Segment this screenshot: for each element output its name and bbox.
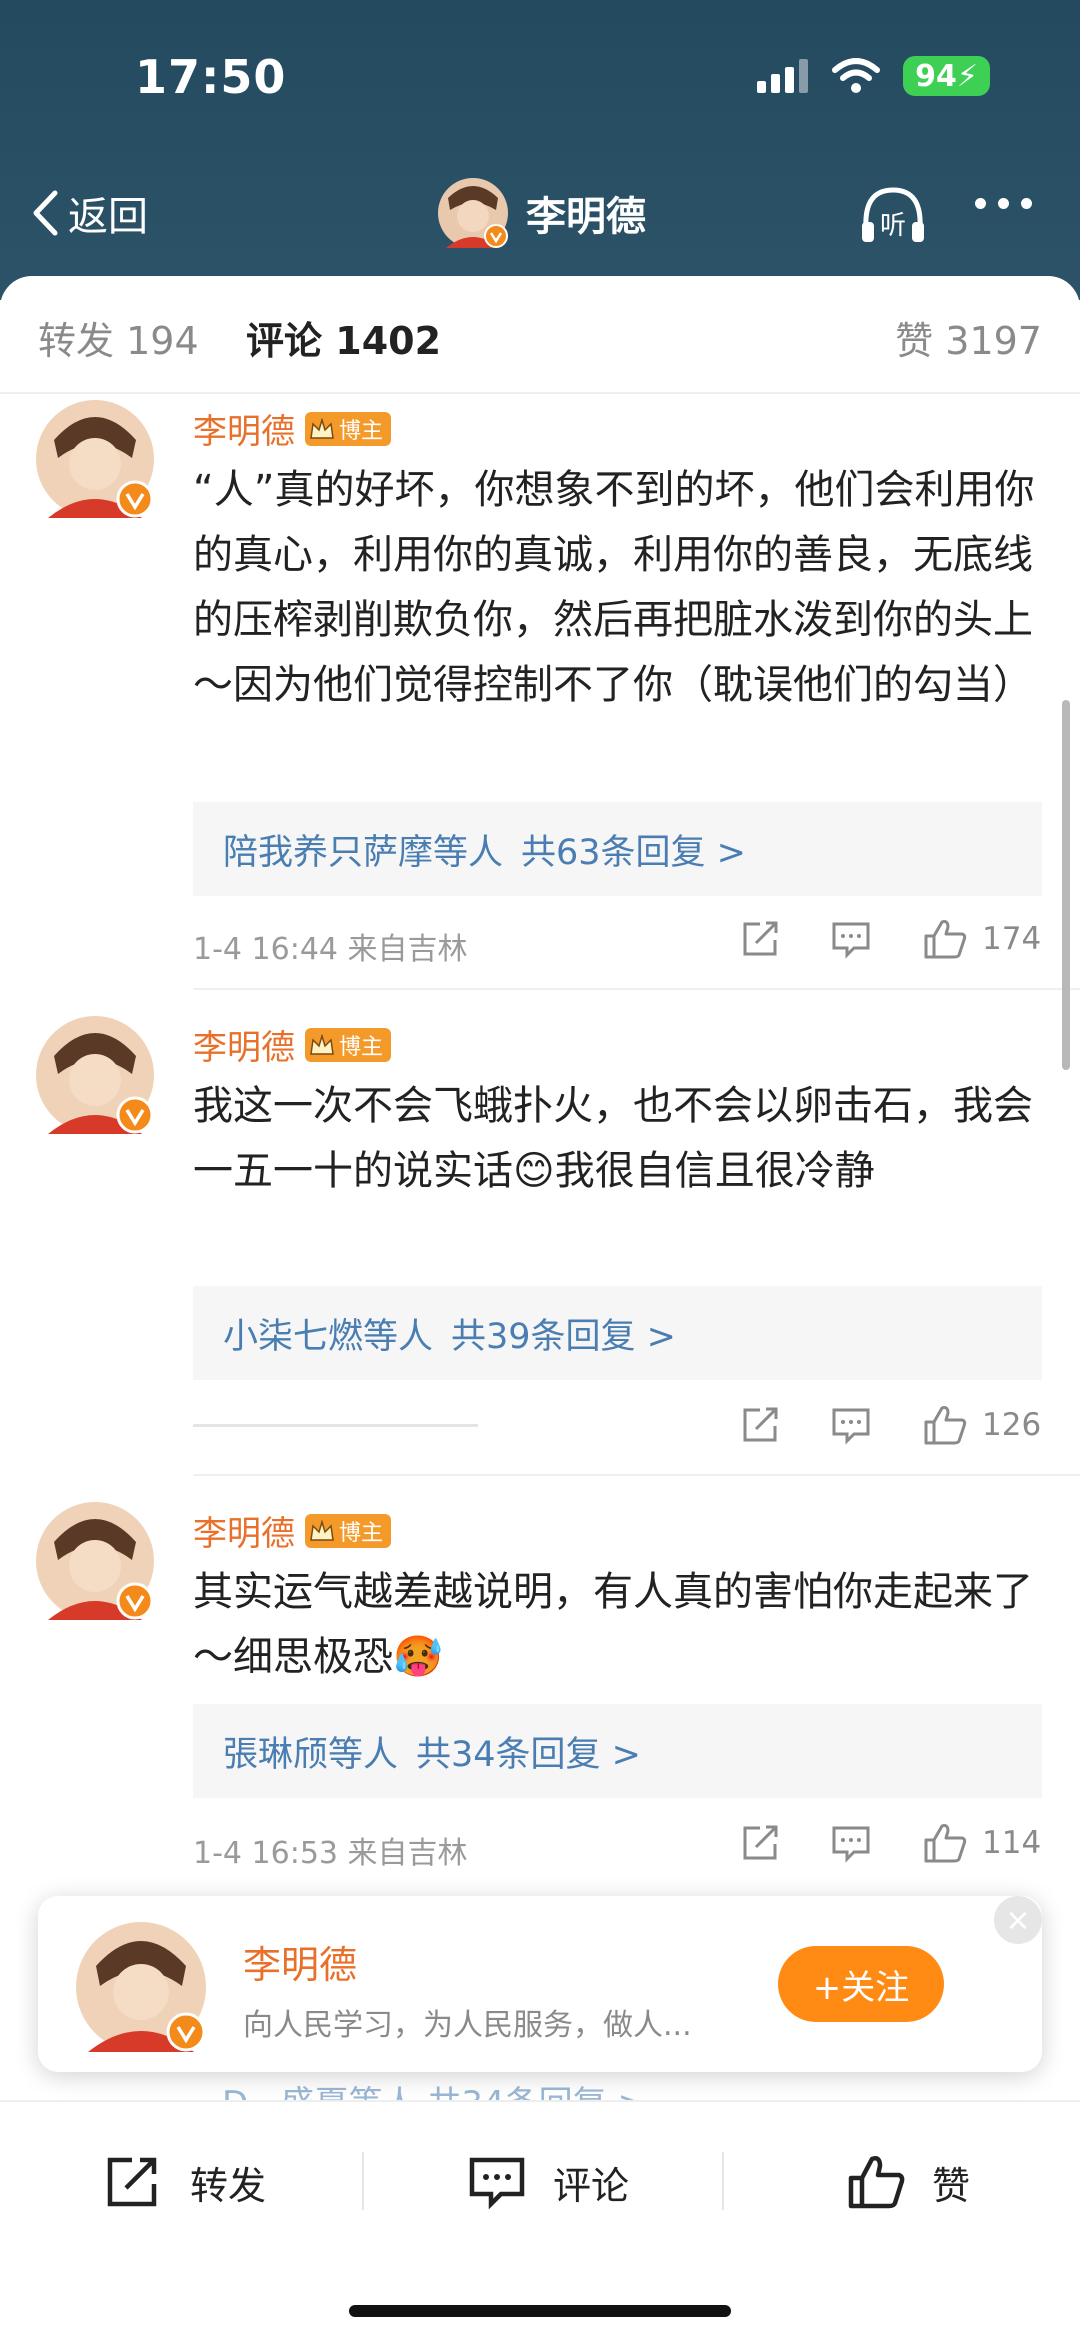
page-title: 李明德 [526,194,646,240]
comment-author[interactable]: 李明德 博主 [193,1020,392,1069]
repost-label: 转发 [190,2163,267,2208]
back-label: 返回 [68,194,148,240]
tab-likes[interactable]: 赞 3197 [895,310,1042,365]
comment-text: 其实运气越差越说明，有人真的害怕你走起来了～细思极恐🥵 [193,1569,1033,1680]
replies-link[interactable]: 張琳颀等人 共34条回复 > [193,1704,1042,1798]
header: 17:50 94⚡ 返回 李明德 听 [0,0,1080,300]
comment-icon [469,2157,525,2210]
avatar[interactable] [76,1922,206,2052]
nav-profile[interactable]: 李明德 [438,178,646,248]
battery-indicator: 94⚡ [903,56,990,96]
crown-icon [310,417,334,439]
comment-actions: 126 [740,1404,1041,1446]
comment-meta: 1-4 16:44 来自吉林 [193,932,468,967]
replies-link[interactable]: 陪我养只萨摩等人 共63条回复 > [193,802,1042,896]
like-icon[interactable] [922,918,968,960]
author-name: 李明德 [193,412,295,452]
verified-badge-icon [116,480,154,518]
share-icon[interactable] [740,1823,782,1863]
comment-actions: 174 [740,918,1041,960]
verified-badge-icon [116,1096,154,1134]
host-badge: 博主 [305,1027,392,1062]
share-icon[interactable] [740,1405,782,1445]
popup-name[interactable]: 李明德 [243,1934,357,1989]
signal-icon [757,59,809,93]
follow-button[interactable]: +关注 [778,1946,944,2022]
replies-link[interactable]: 小柒七燃等人 共39条回复 > [193,1286,1042,1380]
back-button[interactable]: 返回 [30,184,148,242]
status-icons: 94⚡ [757,56,990,96]
like-count: 174 [982,921,1042,957]
comment-icon[interactable] [830,1823,872,1863]
like-icon [848,2156,905,2209]
host-badge: 博主 [305,411,392,446]
repost-button[interactable]: 转发 [104,2154,266,2210]
svg-text:听: 听 [880,211,906,241]
author-name: 李明德 [193,1028,295,1068]
scrollbar[interactable] [1062,700,1070,1070]
chevron-left-icon [33,190,58,236]
like-icon[interactable] [922,1404,968,1446]
like-count: 126 [982,1407,1042,1443]
comment-author[interactable]: 李明德 博主 [193,1506,392,1555]
avatar[interactable] [438,178,508,248]
verified-badge-icon [116,1582,154,1620]
crown-icon [310,1519,334,1541]
tab-bar: 转发 194 评论 1402 赞 3197 [0,276,1080,394]
home-indicator[interactable] [349,2305,731,2317]
divider [722,2152,724,2210]
divider [193,1474,1080,1476]
wifi-icon [832,58,881,93]
author-name: 李明德 [193,1514,295,1554]
follow-popup: 李明德 向人民学习，为人民服务，做人... +关注 × [38,1896,1042,2072]
comment-actions: 114 [740,1822,1041,1864]
verified-badge-icon [166,2012,206,2052]
host-badge: 博主 [305,1513,392,1548]
avatar[interactable] [36,1016,154,1134]
like-icon[interactable] [922,1822,968,1864]
like-count: 114 [982,1825,1042,1861]
more-icon[interactable] [975,198,1032,209]
share-icon[interactable] [740,919,782,959]
divider [193,988,1080,990]
listen-button[interactable]: 听 [858,184,928,250]
comment-text: 我这一次不会飞蛾扑火，也不会以卵击石，我会一五一十的说实话😊我很自信且很冷静 [193,1083,1033,1194]
comment-icon[interactable] [830,919,872,959]
charging-icon: ⚡ [956,59,978,94]
divider [362,2152,364,2210]
comment-author[interactable]: 李明德 博主 [193,404,392,453]
close-icon[interactable]: × [994,1896,1042,1944]
comment-label: 评论 [553,2163,630,2208]
like-button[interactable]: 赞 [846,2154,970,2210]
comment-text: “人”真的好坏，你想象不到的坏，他们会利用你的真心，利用你的真诚，利用你的善良，… [193,467,1035,708]
comment-button[interactable]: 评论 [467,2154,629,2210]
avatar[interactable] [36,400,154,518]
nav-bar: 返回 李明德 听 [0,170,1080,260]
popup-bio: 向人民学习，为人民服务，做人... [243,2008,692,2043]
comment-icon[interactable] [830,1405,872,1445]
crown-icon [310,1033,334,1055]
comment-meta-placeholder [193,1424,478,1427]
status-time: 17:50 [135,50,287,104]
avatar[interactable] [36,1502,154,1620]
like-label: 赞 [932,2163,971,2208]
tab-repost[interactable]: 转发 194 [38,310,199,365]
headphones-icon: 听 [862,187,924,242]
share-icon [107,2157,157,2207]
tab-comments[interactable]: 评论 1402 [246,310,441,365]
verified-badge-icon [484,224,508,248]
comment-meta: 1-4 16:53 来自吉林 [193,1836,468,1871]
